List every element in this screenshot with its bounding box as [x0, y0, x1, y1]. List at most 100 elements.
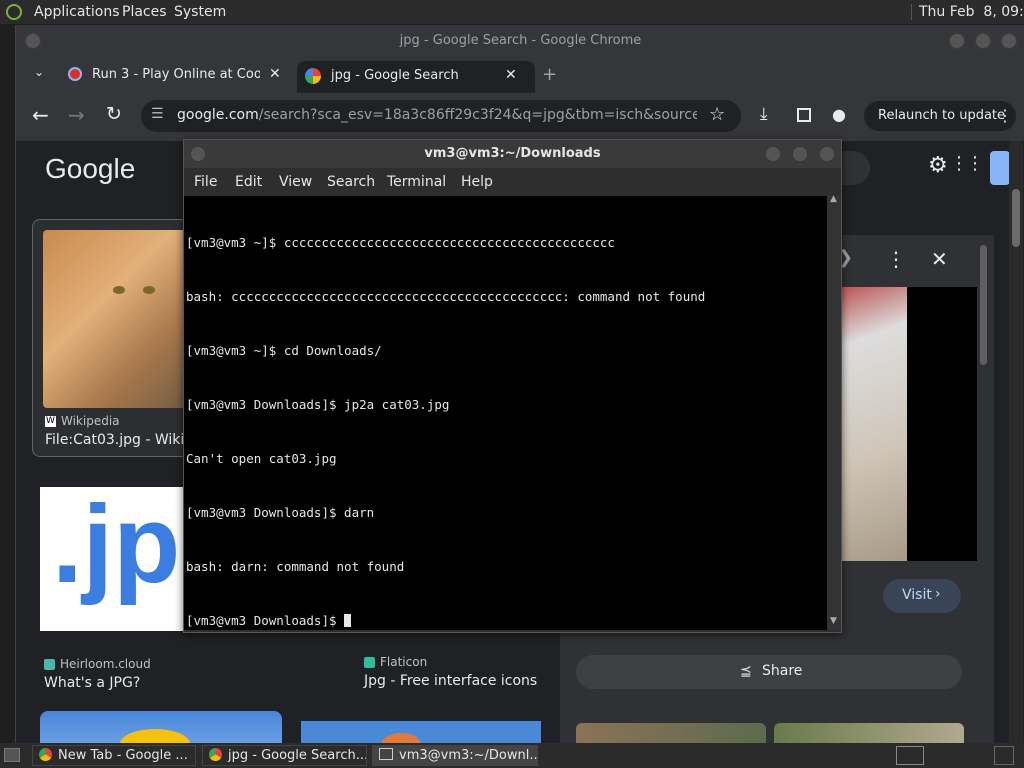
chrome-icon: [39, 748, 52, 761]
minimize-button[interactable]: [764, 145, 782, 163]
tab-jpg-search[interactable]: jpg - Google Search ✕: [297, 61, 535, 93]
bookmark-star-icon[interactable]: ☆: [709, 104, 725, 125]
settings-gear-icon[interactable]: ⚙: [928, 153, 948, 178]
terminal-prompt: [vm3@vm3 Downloads]$: [186, 613, 345, 628]
tab-close-icon[interactable]: ✕: [269, 66, 281, 82]
window-title: jpg - Google Search - Google Chrome: [399, 33, 642, 48]
menu-file[interactable]: File: [194, 174, 217, 190]
terminal-title: vm3@vm3:~/Downloads: [424, 146, 601, 161]
cat-eye: [143, 286, 155, 294]
taskbar-item-new-tab[interactable]: New Tab - Google ...: [32, 745, 196, 766]
terminal-line: [vm3@vm3 ~]$ ccccccccccccccccccccccccccc…: [186, 235, 615, 250]
tab-run3[interactable]: Run 3 - Play Online at Coolm ✕: [64, 61, 289, 91]
menu-system[interactable]: System: [174, 4, 226, 20]
workspace-switcher-alt[interactable]: [994, 746, 1014, 765]
menu-help[interactable]: Help: [461, 174, 493, 190]
preview-image[interactable]: [841, 287, 907, 561]
result-source: Heirloom.cloud: [60, 657, 151, 671]
jpg-icon-thumbnail[interactable]: [301, 721, 541, 743]
visit-label: Visit: [902, 587, 932, 603]
forward-arrow-icon[interactable]: →: [68, 103, 85, 127]
reload-icon[interactable]: ↻: [106, 103, 122, 125]
menu-terminal[interactable]: Terminal: [387, 174, 446, 190]
menu-search[interactable]: Search: [327, 174, 375, 190]
wikipedia-favicon-icon: W: [45, 416, 56, 427]
tab-label: Run 3 - Play Online at Coolm: [92, 67, 260, 82]
maximize-button[interactable]: [974, 32, 992, 50]
workspace-switcher[interactable]: [896, 746, 924, 765]
related-thumbnail[interactable]: [576, 723, 766, 743]
tab-bar: ⌄ Run 3 - Play Online at Coolm ✕ jpg - G…: [16, 57, 1024, 93]
preview-close-icon[interactable]: ✕: [931, 247, 948, 271]
terminal-output[interactable]: [vm3@vm3 ~]$ ccccccccccccccccccccccccccc…: [184, 196, 827, 630]
menu-places[interactable]: Places: [122, 4, 167, 20]
page-scrollbar[interactable]: [1009, 141, 1023, 743]
minimize-button[interactable]: [948, 32, 966, 50]
bottom-taskbar: New Tab - Google ... jpg - Google Search…: [0, 743, 1024, 768]
side-panel-icon[interactable]: [797, 108, 811, 122]
result-title[interactable]: What's a JPG?: [44, 675, 140, 691]
back-arrow-icon[interactable]: ←: [32, 103, 49, 127]
result-title[interactable]: File:Cat03.jpg - Wikipe: [45, 432, 202, 448]
taskbar-item-terminal[interactable]: vm3@vm3:~/Downl...: [372, 745, 538, 766]
terminal-line: Can't open cat03.jpg: [186, 451, 337, 466]
menu-applications[interactable]: Applications: [34, 4, 120, 20]
toolbar: ← → ↻ ☰ google.com/search?sca_esv=18a3c8…: [16, 93, 1024, 141]
terminal-cursor: [344, 614, 352, 627]
terminal-line: [vm3@vm3 Downloads]$ jp2a cat03.jpg: [186, 397, 450, 412]
related-thumbnail[interactable]: [774, 723, 964, 743]
sunflower-thumbnail[interactable]: [40, 711, 282, 743]
close-window-button[interactable]: [818, 145, 836, 163]
result-source: Wikipedia: [61, 414, 120, 428]
new-tab-icon[interactable]: +: [542, 64, 557, 85]
maximize-button[interactable]: [791, 145, 809, 163]
heirloom-favicon-icon: [44, 659, 55, 670]
site-info-icon[interactable]: ☰: [151, 106, 164, 122]
menu-view[interactable]: View: [279, 174, 312, 190]
omnibox[interactable]: ☰ google.com/search?sca_esv=18a3c86ff29c…: [141, 100, 741, 132]
download-icon[interactable]: ⤓: [760, 104, 768, 124]
profile-icon[interactable]: ●: [832, 105, 846, 124]
chrome-icon: [209, 748, 222, 761]
result-title[interactable]: Jpg - Free interface icons: [364, 673, 537, 689]
terminal-line: bash: cccccccccccccccccccccccccccccccccc…: [186, 289, 706, 304]
url-text: google.com/search?sca_esv=18a3c86ff29c3f…: [177, 107, 697, 123]
scrollbar-thumb[interactable]: [980, 245, 987, 365]
tab-close-icon[interactable]: ✕: [505, 67, 517, 83]
scroll-down-icon[interactable]: ▼: [830, 616, 837, 626]
terminal-titlebar[interactable]: vm3@vm3:~/Downloads: [184, 140, 841, 168]
scroll-up-icon[interactable]: ▲: [830, 194, 837, 204]
top-panel: Applications Places System Thu Feb 8, 09…: [0, 0, 1024, 24]
terminal-scrollbar[interactable]: ▲ ▼: [827, 194, 841, 630]
sunflower-petals: [120, 729, 190, 743]
panel-scrollbar[interactable]: [978, 241, 990, 741]
tab-search-chevron-icon[interactable]: ⌄: [34, 65, 44, 79]
taskbar-item-jpg-search[interactable]: jpg - Google Search...: [202, 745, 367, 766]
sign-in-button[interactable]: [990, 151, 1010, 185]
menu-edit[interactable]: Edit: [235, 174, 262, 190]
terminal-prompt-line: [vm3@vm3 Downloads]$: [186, 612, 827, 630]
close-window-button[interactable]: [1000, 32, 1018, 50]
preview-more-icon[interactable]: ⋮: [886, 247, 906, 271]
jpg-thumbnail[interactable]: .jp: [40, 487, 200, 631]
cat-thumbnail[interactable]: [43, 230, 193, 408]
taskbar-item-label: vm3@vm3:~/Downl...: [399, 748, 538, 763]
distro-logo-icon[interactable]: [6, 4, 22, 20]
visit-button[interactable]: Visit ›: [883, 579, 961, 613]
google-logo[interactable]: Google: [45, 153, 135, 185]
scrollbar-thumb[interactable]: [1012, 189, 1020, 247]
relaunch-button[interactable]: Relaunch to update ⋮: [864, 101, 1016, 131]
terminal-menubar: File Edit View Search Terminal Help: [184, 168, 841, 196]
url-domain: google.com: [177, 107, 259, 123]
more-menu-icon[interactable]: ⋮: [997, 106, 1013, 125]
terminal-window: vm3@vm3:~/Downloads File Edit View Searc…: [183, 139, 842, 633]
terminal-icon: [379, 748, 393, 760]
image-result-card[interactable]: W Wikipedia File:Cat03.jpg - Wikipe: [32, 219, 202, 457]
preview-image-dark: [907, 287, 977, 561]
show-desktop-icon[interactable]: [4, 748, 20, 762]
clock[interactable]: Thu Feb 8, 09:17: [919, 4, 1024, 20]
cat-eye: [113, 286, 125, 294]
image-result-card[interactable]: .jp Heirloom.cloud What's a JPG?: [40, 487, 200, 691]
taskbar-item-label: jpg - Google Search...: [228, 748, 367, 763]
chrome-titlebar[interactable]: jpg - Google Search - Google Chrome: [16, 25, 1024, 57]
